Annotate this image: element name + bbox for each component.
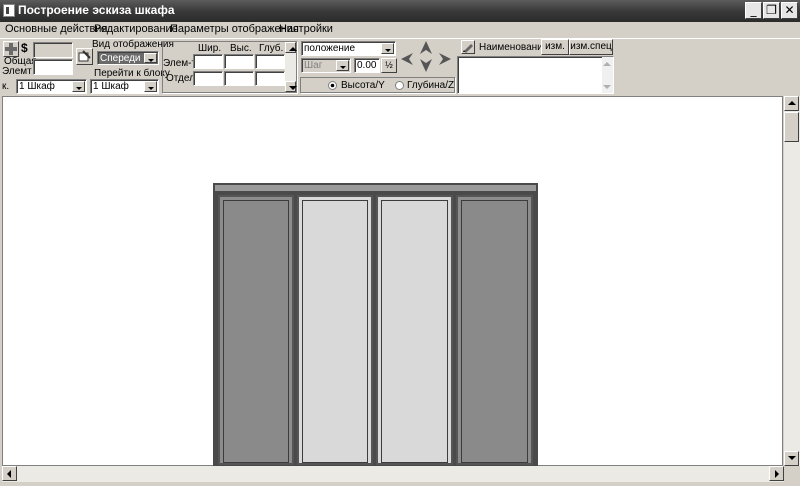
view-select[interactable]: Спереди	[97, 51, 159, 65]
sketch-canvas[interactable]	[2, 96, 783, 467]
scroll-up-icon[interactable]	[600, 58, 611, 67]
arrow-down-icon	[420, 59, 432, 72]
pencil-button[interactable]	[461, 40, 475, 54]
edit-tool-button[interactable]	[76, 48, 93, 65]
step-select[interactable]: Шаг	[301, 58, 351, 73]
menu-bar: Основные действия Редактирование Парамет…	[0, 22, 800, 38]
plus-icon	[5, 43, 17, 55]
close-button[interactable]: ✕	[781, 2, 798, 19]
element-height-input[interactable]	[224, 54, 254, 69]
col-depth-header: Глуб.	[259, 43, 284, 54]
name-label: Наименование	[479, 42, 549, 53]
add-button[interactable]	[3, 41, 19, 57]
title-bar: Построение эскиза шкафа _ ❐ ✕	[0, 0, 800, 22]
move-down-button[interactable]	[418, 57, 434, 73]
arrow-left-icon	[401, 53, 413, 65]
element-price-field[interactable]	[33, 59, 73, 75]
element-depth-input[interactable]	[255, 54, 285, 69]
change-spec-button[interactable]: изм.спец	[569, 39, 613, 55]
chevron-down-icon	[144, 53, 157, 63]
section-depth-input[interactable]	[255, 71, 285, 86]
section-width-input[interactable]	[193, 71, 223, 86]
move-left-button[interactable]	[399, 51, 415, 67]
scroll-down-icon[interactable]	[285, 81, 297, 92]
scroll-right-icon[interactable]	[769, 466, 784, 481]
menu-main-actions[interactable]: Основные действия	[5, 23, 107, 35]
chevron-down-icon	[336, 60, 349, 71]
scroll-left-icon[interactable]	[2, 466, 17, 481]
step-value-input[interactable]: 0.00	[354, 58, 380, 73]
section-height-input[interactable]	[224, 71, 254, 86]
col-width-header: Шир.	[198, 43, 222, 54]
change-button[interactable]: изм.	[541, 39, 569, 55]
goto-block-select[interactable]: 1 Шкаф	[90, 79, 159, 94]
maximize-button[interactable]: ❐	[763, 2, 780, 19]
currency-symbol: $	[21, 41, 28, 55]
move-up-button[interactable]	[418, 40, 434, 56]
door-3[interactable]	[376, 195, 453, 465]
radio-depth[interactable]	[395, 81, 404, 90]
window-title: Построение эскиза шкафа	[18, 3, 175, 17]
arrow-right-icon	[439, 53, 451, 65]
chevron-down-icon	[72, 81, 85, 92]
door-panel	[461, 200, 528, 463]
toolbar: $ Общая Элемт к. 1 Шкаф Вид отображения …	[0, 38, 800, 95]
position-select[interactable]: положение	[301, 41, 396, 56]
door-1[interactable]	[218, 195, 294, 465]
scroll-down-icon[interactable]	[600, 81, 611, 90]
row-element-label: Элем-т	[163, 58, 197, 69]
scroll-corner	[784, 466, 800, 482]
chevron-down-icon	[381, 43, 394, 54]
col-height-header: Выс.	[230, 43, 252, 54]
arrow-up-icon	[420, 41, 432, 54]
name-textarea[interactable]	[457, 56, 614, 94]
cabinet-select-value: 1 Шкаф	[19, 81, 55, 92]
canvas-horizontal-scrollbar[interactable]	[2, 466, 784, 482]
scroll-thumb[interactable]	[784, 112, 799, 142]
row-section-label: Отдел	[166, 73, 195, 84]
menu-settings[interactable]: Настройки	[279, 23, 333, 35]
scroll-up-icon[interactable]	[285, 42, 297, 53]
door-4[interactable]	[456, 195, 533, 465]
wardrobe-sketch[interactable]	[213, 183, 538, 467]
minimize-button[interactable]: _	[745, 2, 762, 19]
door-2[interactable]	[297, 195, 373, 465]
door-panel	[381, 200, 448, 463]
cabinet-prefix: к.	[2, 81, 10, 92]
radio-depth-label: Глубина/Z	[407, 80, 455, 91]
menu-editing[interactable]: Редактирование	[94, 23, 178, 35]
name-scrollbar[interactable]	[602, 57, 613, 93]
fraction-toggle-button[interactable]: ½	[381, 58, 397, 73]
cabinet-select[interactable]: 1 Шкаф	[16, 79, 87, 94]
scroll-down-icon[interactable]	[784, 451, 799, 466]
price-field	[33, 42, 73, 58]
app-icon	[3, 4, 15, 17]
door-panel	[223, 200, 289, 463]
goto-block-select-value: 1 Шкаф	[93, 81, 129, 92]
door-panel	[302, 200, 368, 463]
pencil-icon	[463, 44, 473, 53]
radio-height-label: Высота/Y	[341, 80, 385, 91]
element-label: Элемт	[2, 66, 32, 77]
move-right-button[interactable]	[437, 51, 453, 67]
position-select-value: положение	[304, 43, 356, 54]
scroll-up-icon[interactable]	[784, 96, 799, 111]
wardrobe-top	[215, 185, 536, 191]
canvas-vertical-scrollbar[interactable]	[784, 96, 800, 466]
view-select-value: Спереди	[100, 53, 141, 64]
dimensions-scrollbar[interactable]	[285, 42, 297, 92]
goto-block-label: Перейти к блоку	[94, 68, 170, 79]
step-select-value: Шаг	[304, 60, 323, 71]
edit-tool-icon	[78, 50, 91, 62]
element-width-input[interactable]	[193, 54, 223, 69]
radio-height[interactable]	[328, 81, 337, 90]
chevron-down-icon	[144, 81, 157, 92]
